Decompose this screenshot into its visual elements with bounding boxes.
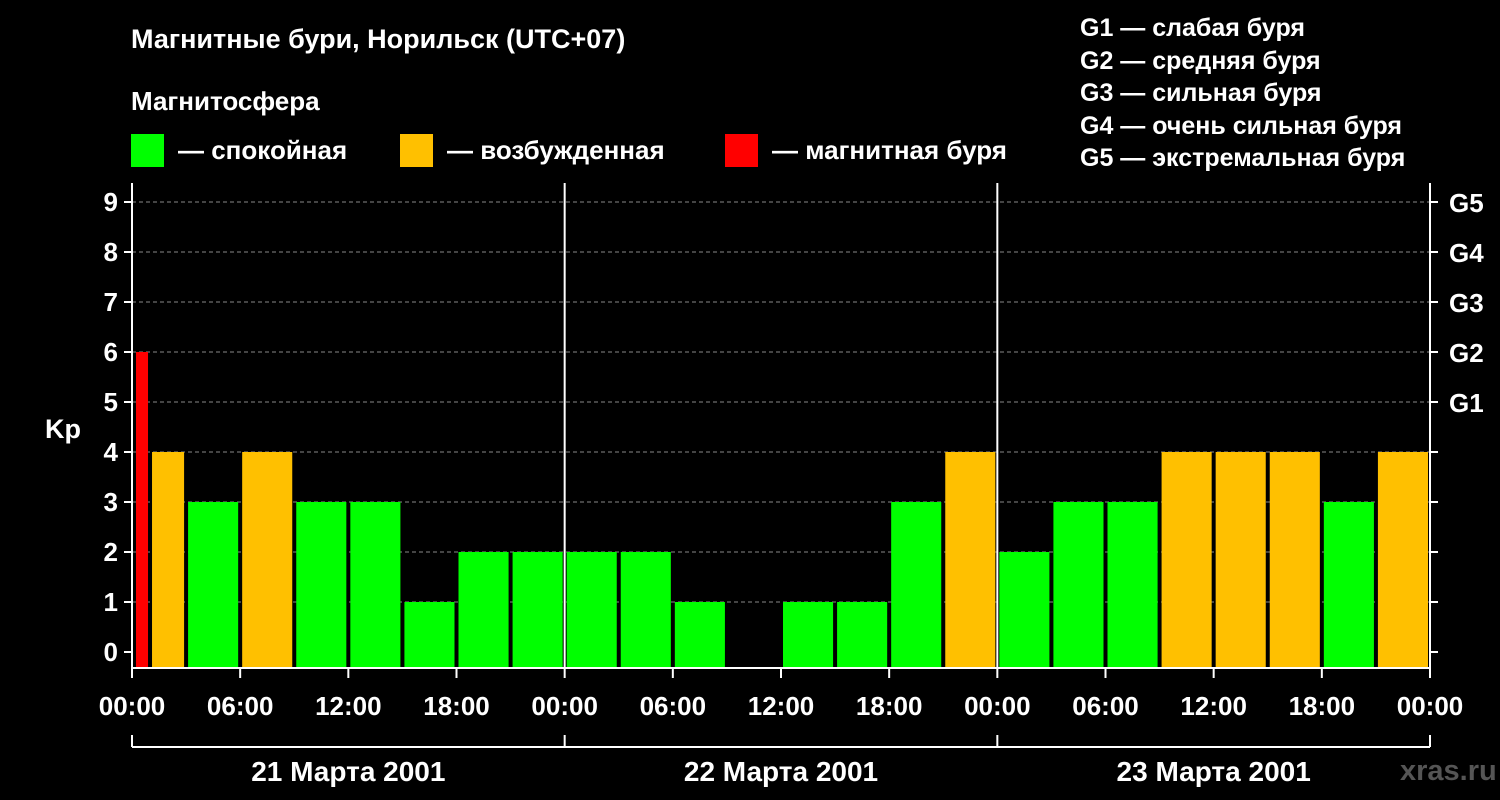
- x-tick-label: 06:00: [1072, 691, 1139, 721]
- y-tick-label: 6: [104, 337, 118, 367]
- x-tick-label: 06:00: [207, 691, 274, 721]
- day-label: 23 Марта 2001: [1117, 756, 1311, 787]
- day-label: 21 Марта 2001: [251, 756, 445, 787]
- watermark: xras.ru: [1400, 755, 1497, 787]
- kp-bar: [1269, 452, 1320, 668]
- kp-bar: [296, 502, 347, 668]
- kp-bar: [945, 452, 996, 668]
- kp-bar: [1161, 452, 1212, 668]
- kp-bar: [1215, 452, 1266, 668]
- y-tick-label: 4: [104, 437, 119, 467]
- kp-bar: [458, 552, 509, 668]
- kp-bar: [620, 552, 671, 668]
- y-axis-title: Kp: [45, 414, 81, 444]
- y-tick-label: 1: [104, 587, 118, 617]
- kp-bar: [999, 552, 1050, 668]
- kp-bar: [891, 502, 942, 668]
- g-tick-label: G4: [1449, 238, 1484, 268]
- g-tick-label: G2: [1449, 338, 1484, 368]
- x-tick-label: 18:00: [856, 691, 923, 721]
- kp-bar: [566, 552, 617, 668]
- kp-bar: [152, 452, 185, 668]
- x-tick-label: 00:00: [531, 691, 598, 721]
- y-tick-label: 9: [104, 187, 118, 217]
- y-tick-label: 0: [104, 637, 118, 667]
- g-tick-label: G3: [1449, 288, 1484, 318]
- g-tick-label: G5: [1449, 188, 1484, 218]
- kp-bar: [674, 602, 725, 668]
- y-tick-label: 7: [104, 287, 118, 317]
- x-tick-label: 18:00: [1289, 691, 1356, 721]
- kp-bar: [188, 502, 239, 668]
- x-tick-label: 12:00: [315, 691, 382, 721]
- g-tick-label: G1: [1449, 388, 1484, 418]
- kp-bar: [350, 502, 401, 668]
- x-tick-label: 12:00: [748, 691, 815, 721]
- x-tick-label: 00:00: [1397, 691, 1464, 721]
- y-tick-label: 3: [104, 487, 118, 517]
- x-tick-label: 18:00: [423, 691, 490, 721]
- x-tick-label: 00:00: [99, 691, 166, 721]
- x-tick-label: 06:00: [640, 691, 707, 721]
- kp-bar-chart: 0 1 2 3 4 5 6 7 8 9 G1 G2 G3 G4 G5 Kp 00:00 06:00 12:00 18:…: [45, 183, 1484, 787]
- y-tick-label: 5: [104, 387, 118, 417]
- kp-bar: [1053, 502, 1104, 668]
- kp-bar: [837, 602, 888, 668]
- kp-bar: [1377, 452, 1428, 668]
- kp-bar: [404, 602, 455, 668]
- kp-bar: [783, 602, 834, 668]
- y-tick-label: 8: [104, 237, 118, 267]
- x-tick-label: 12:00: [1180, 691, 1247, 721]
- y-tick-label: 2: [104, 537, 118, 567]
- kp-bar: [1107, 502, 1158, 668]
- kp-bar: [512, 552, 563, 668]
- x-tick-label: 00:00: [964, 691, 1031, 721]
- day-label: 22 Марта 2001: [684, 756, 878, 787]
- kp-bar: [242, 452, 293, 668]
- kp-bar: [136, 352, 149, 668]
- kp-bar: [1323, 502, 1374, 668]
